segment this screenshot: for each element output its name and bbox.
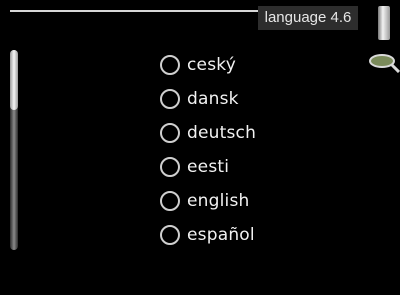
header-divider <box>10 10 260 12</box>
language-option-cesky[interactable]: ceský <box>160 48 256 82</box>
radio-button[interactable] <box>160 123 180 143</box>
radio-button[interactable] <box>160 55 180 75</box>
language-option-eesti[interactable]: eesti <box>160 150 256 184</box>
language-label: español <box>187 225 255 245</box>
radio-button[interactable] <box>160 89 180 109</box>
magnifier-icon[interactable] <box>366 53 400 73</box>
radio-button[interactable] <box>160 157 180 177</box>
language-list: ceský dansk deutsch eesti english españo… <box>160 48 256 252</box>
language-option-espanol[interactable]: español <box>160 218 256 252</box>
scrollbar[interactable] <box>10 50 18 250</box>
scrollbar-thumb[interactable] <box>10 50 18 110</box>
radio-button[interactable] <box>160 225 180 245</box>
language-option-dansk[interactable]: dansk <box>160 82 256 116</box>
radio-button[interactable] <box>160 191 180 211</box>
language-label: english <box>187 191 250 211</box>
language-label: ceský <box>187 55 236 75</box>
language-option-deutsch[interactable]: deutsch <box>160 116 256 150</box>
side-tab <box>378 6 390 40</box>
language-label: eesti <box>187 157 230 177</box>
language-label: dansk <box>187 89 239 109</box>
language-option-english[interactable]: english <box>160 184 256 218</box>
language-label: deutsch <box>187 123 257 143</box>
menu-title: language 4.6 <box>258 6 358 30</box>
